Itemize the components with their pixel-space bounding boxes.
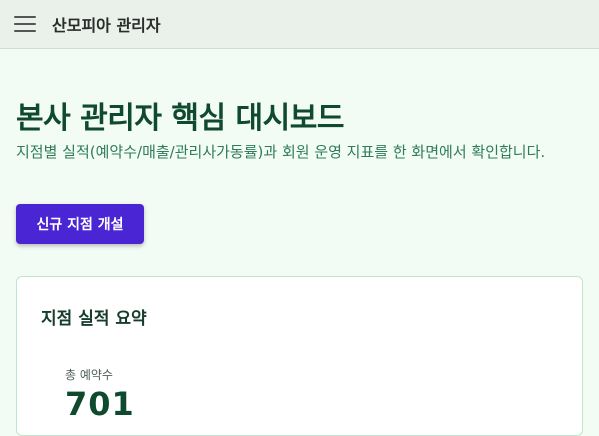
page-description: 지점별 실적(예약수/매출/관리사가동률)과 회원 운영 지표를 한 화면에서 … [16,143,546,161]
stat-value-total-reservations: 701 [65,385,135,423]
stat-label-total-reservations: 총 예약수 [65,368,113,382]
app-title: 산모피아 관리자 [52,16,161,35]
new-branch-button[interactable]: 신규 지점 개설 [16,204,144,244]
app-header: 산모피아 관리자 [0,0,599,49]
branch-summary-card: 지점 실적 요약 총 예약수 701 [16,276,583,436]
card-title: 지점 실적 요약 [41,309,147,329]
page-title: 본사 관리자 핵심 대시보드 [16,101,344,136]
hamburger-menu-icon[interactable] [14,16,36,32]
